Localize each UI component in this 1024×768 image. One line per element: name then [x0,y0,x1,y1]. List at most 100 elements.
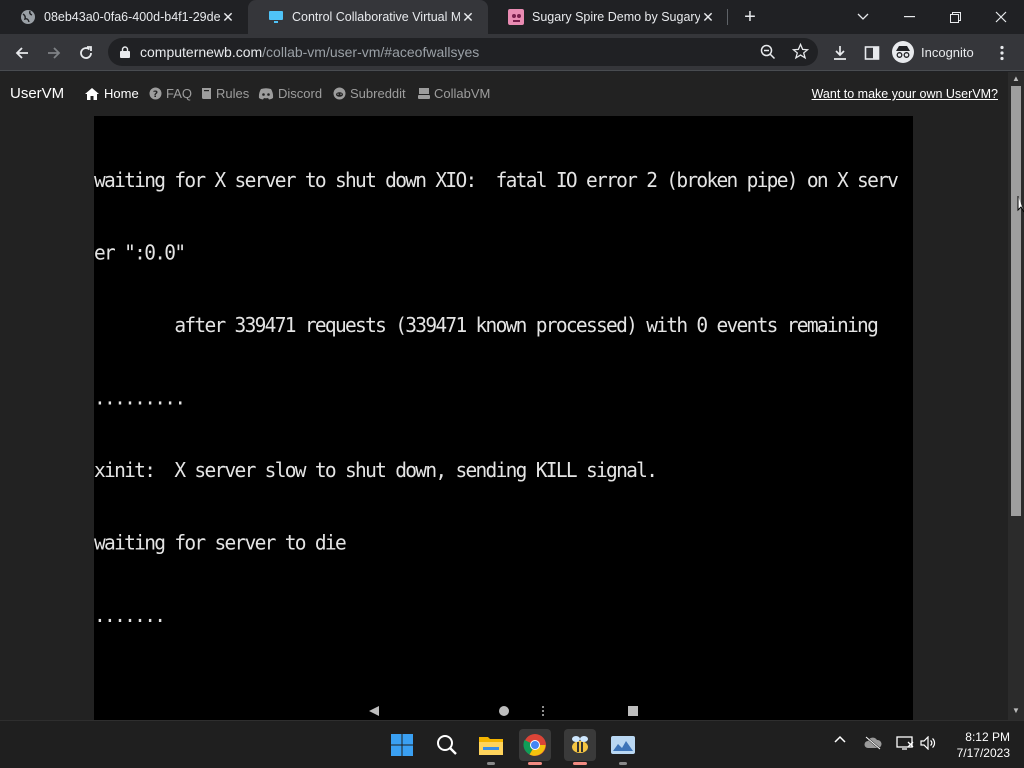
nav-home-label: Home [104,86,139,101]
tab-strip: 08eb43a0-0fa6-400d-b4f1-29def ✕ Control … [0,0,1024,34]
vm-display[interactable]: waiting for X server to shut down XIO: f… [94,116,913,720]
game-icon [508,9,524,25]
terminal-line: waiting for X server to shut down XIO: f… [94,168,899,193]
android-recents-icon[interactable] [627,704,639,720]
tray-overflow-icon[interactable] [834,735,846,743]
download-icon [834,46,846,60]
tab-separator [727,9,728,25]
tab-title: Control Collaborative Virtual Mac [292,10,460,24]
chrome-icon[interactable] [519,729,551,765]
windows-start-icon[interactable] [386,729,418,761]
volume-icon[interactable] [920,736,936,750]
nav-collabvm[interactable]: CollabVM [418,86,490,101]
active-indicator [573,762,587,765]
nav-subreddit[interactable]: Subreddit [333,86,406,101]
url-path: /collab-vm/user-vm/#aceofwallsyes [262,44,480,60]
close-icon[interactable]: ✕ [220,9,236,25]
nav-collabvm-label: CollabVM [434,86,491,101]
photos-app-icon[interactable] [607,729,639,765]
site-navbar: UserVM Home ? FAQ Rules Discord Subreddi… [0,72,1008,116]
file-explorer-icon[interactable] [475,729,507,765]
android-nav-bar [0,702,1008,720]
browser-toolbar: computernewb.com/collab-vm/user-vm/#aceo… [0,34,1024,71]
menu-button[interactable] [988,39,1016,67]
nav-subreddit-label: Subreddit [350,86,406,101]
new-tab-button[interactable]: + [738,5,762,29]
url-text: computernewb.com/collab-vm/user-vm/#aceo… [140,44,479,60]
forward-button[interactable] [40,39,68,67]
close-icon [995,11,1007,23]
terminal-line: xinit: X server slow to shut down, sendi… [94,458,658,483]
nav-discord-label: Discord [278,86,323,101]
clock-date: 7/17/2023 [956,746,1010,760]
url-host: computernewb.com [140,44,263,60]
system-clock[interactable]: 8:12 PM 7/17/2023 [957,729,1010,761]
restore-icon [949,11,961,23]
site-brand[interactable]: UserVM [10,85,64,102]
terminal-output: waiting for X server to shut down XIO: f… [94,120,899,675]
star-icon[interactable] [791,42,810,65]
close-icon[interactable]: ✕ [460,9,476,25]
incognito-badge[interactable]: Incognito [892,40,974,64]
tab-0[interactable]: 08eb43a0-0fa6-400d-b4f1-29def ✕ [0,0,248,34]
minimize-icon [903,16,915,18]
tab-2[interactable]: Sugary Spire Demo by Sugary Sp ✕ [488,0,728,34]
side-panel-icon [864,46,880,60]
network-icon[interactable] [896,736,914,750]
nav-home[interactable]: Home [84,86,139,101]
lock-icon [120,46,130,58]
back-button[interactable] [8,39,36,67]
collabvm-icon [418,87,430,100]
arrow-left-icon [15,47,28,59]
nav-rules-label: Rules [216,86,250,101]
scroll-up-icon[interactable]: ▲ [1011,74,1021,84]
question-circle-icon: ? [149,87,162,100]
book-icon [201,87,212,100]
android-back-icon[interactable] [368,704,380,720]
terminal-line: ....... [94,603,166,628]
tab-title: Sugary Spire Demo by Sugary Sp [532,10,700,24]
page-scrollbar[interactable]: ▲ ▼ [1008,72,1024,720]
terminal-line: waiting for server to die [94,530,347,555]
nav-discord[interactable]: Discord [258,86,322,101]
zoom-icon[interactable] [760,44,776,65]
page-content: UserVM Home ? FAQ Rules Discord Subreddi… [0,72,1008,720]
incognito-label: Incognito [921,44,974,60]
terminal-line: after 339471 requests (339471 known proc… [94,313,879,338]
restore-button[interactable] [932,0,978,34]
home-icon [84,87,100,101]
globe-icon [20,9,36,25]
make-uservm-link[interactable]: Want to make your own UserVM? [812,87,998,101]
reload-button[interactable] [72,39,100,67]
side-panel-button[interactable] [858,39,886,67]
running-indicator [619,762,627,765]
windows-taskbar: 8:12 PM 7/17/2023 [0,720,1024,768]
address-bar[interactable]: computernewb.com/collab-vm/user-vm/#aceo… [108,38,818,66]
bee-app-icon[interactable] [564,729,596,765]
reddit-icon [333,87,346,100]
clock-time: 8:12 PM [965,730,1010,744]
monitor-icon [268,9,284,25]
nav-faq[interactable]: ? FAQ [149,86,192,101]
discord-icon [258,87,274,100]
incognito-icon [892,41,914,63]
tab-1[interactable]: Control Collaborative Virtual Mac ✕ [248,0,488,34]
scrollbar-thumb[interactable] [1011,86,1021,516]
scroll-down-icon[interactable]: ▼ [1011,706,1021,716]
reload-icon [80,46,92,59]
terminal-line: er ":0.0" [94,240,186,265]
close-icon[interactable]: ✕ [700,9,716,25]
search-icon[interactable] [431,729,463,761]
close-window-button[interactable] [978,0,1024,34]
download-button[interactable] [826,39,854,67]
chevron-down-icon [857,13,869,20]
nav-rules[interactable]: Rules [201,86,249,101]
active-indicator [528,762,542,765]
minimize-button[interactable] [886,0,932,34]
svg-text:?: ? [153,90,158,100]
android-more-icon[interactable] [541,704,545,720]
tab-search-button[interactable] [840,0,886,34]
android-home-icon[interactable] [498,704,510,720]
onedrive-offline-icon[interactable] [864,736,882,750]
running-indicator [487,762,495,765]
